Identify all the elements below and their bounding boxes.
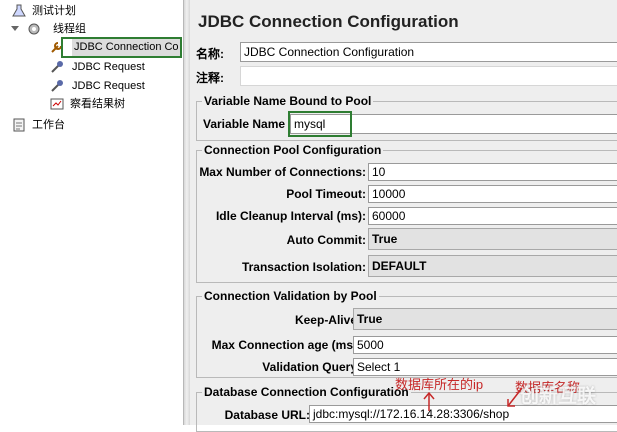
max-connections-input[interactable]: 10 — [368, 163, 617, 181]
idle-cleanup-label: Idle Cleanup Interval (ms): — [215, 209, 366, 223]
transaction-isolation-select[interactable]: DEFAULT — [368, 255, 617, 277]
validation-query-label: Validation Query: — [262, 360, 361, 374]
pool-variable-group-title: Variable Name Bound to Pool — [202, 94, 374, 108]
gear-icon — [28, 23, 40, 35]
pool-config-group-title: Connection Pool Configuration — [202, 143, 384, 157]
name-label: 名称: — [196, 47, 224, 61]
validation-group-title: Connection Validation by Pool — [202, 289, 379, 303]
annotation-host-ip: 数据库所在的ip — [395, 377, 484, 392]
clipboard-icon — [13, 118, 25, 132]
idle-cleanup-input[interactable]: 60000 — [368, 207, 617, 225]
comment-input[interactable] — [240, 66, 617, 86]
auto-commit-label: Auto Commit: — [286, 233, 366, 247]
keep-alive-label: Keep-Alive: — [294, 313, 361, 327]
flask-icon — [12, 4, 26, 17]
transaction-isolation-label: Transaction Isolation: — [241, 260, 366, 274]
variable-highlight-box — [288, 111, 352, 137]
database-url-label: Database URL: — [224, 408, 310, 422]
name-input[interactable]: JDBC Connection Configuration — [240, 42, 617, 62]
pipette-icon — [51, 61, 63, 73]
config-panel: JDBC Connection Configuration 名称: JDBC C… — [190, 0, 617, 432]
tree-panel: 测试计划 线程组 JDBC Connection Co JDBC Request… — [0, 0, 183, 425]
pool-timeout-input[interactable]: 10000 — [368, 185, 617, 203]
watermark-logo: 创新互联 — [520, 386, 597, 407]
max-connections-label: Max Number of Connections: — [199, 165, 366, 179]
pipette-icon — [51, 80, 63, 92]
db-config-group-title: Database Connection Configuration — [202, 385, 411, 399]
expand-icon — [11, 26, 19, 31]
pool-timeout-label: Pool Timeout: — [286, 187, 366, 201]
page-title: JDBC Connection Configuration — [198, 12, 459, 31]
keep-alive-select[interactable]: True — [353, 308, 617, 330]
max-age-input[interactable]: 5000 — [353, 336, 617, 354]
variable-name-label: Variable Name — [203, 117, 286, 131]
chart-icon — [50, 98, 64, 110]
comment-label: 注释: — [196, 71, 224, 85]
arrow-up-icon — [423, 391, 435, 411]
selection-highlight-box — [61, 37, 182, 58]
validation-query-input[interactable]: Select 1 — [353, 358, 617, 376]
max-age-label: Max Connection age (ms): — [211, 338, 361, 352]
auto-commit-select[interactable]: True — [368, 228, 617, 250]
